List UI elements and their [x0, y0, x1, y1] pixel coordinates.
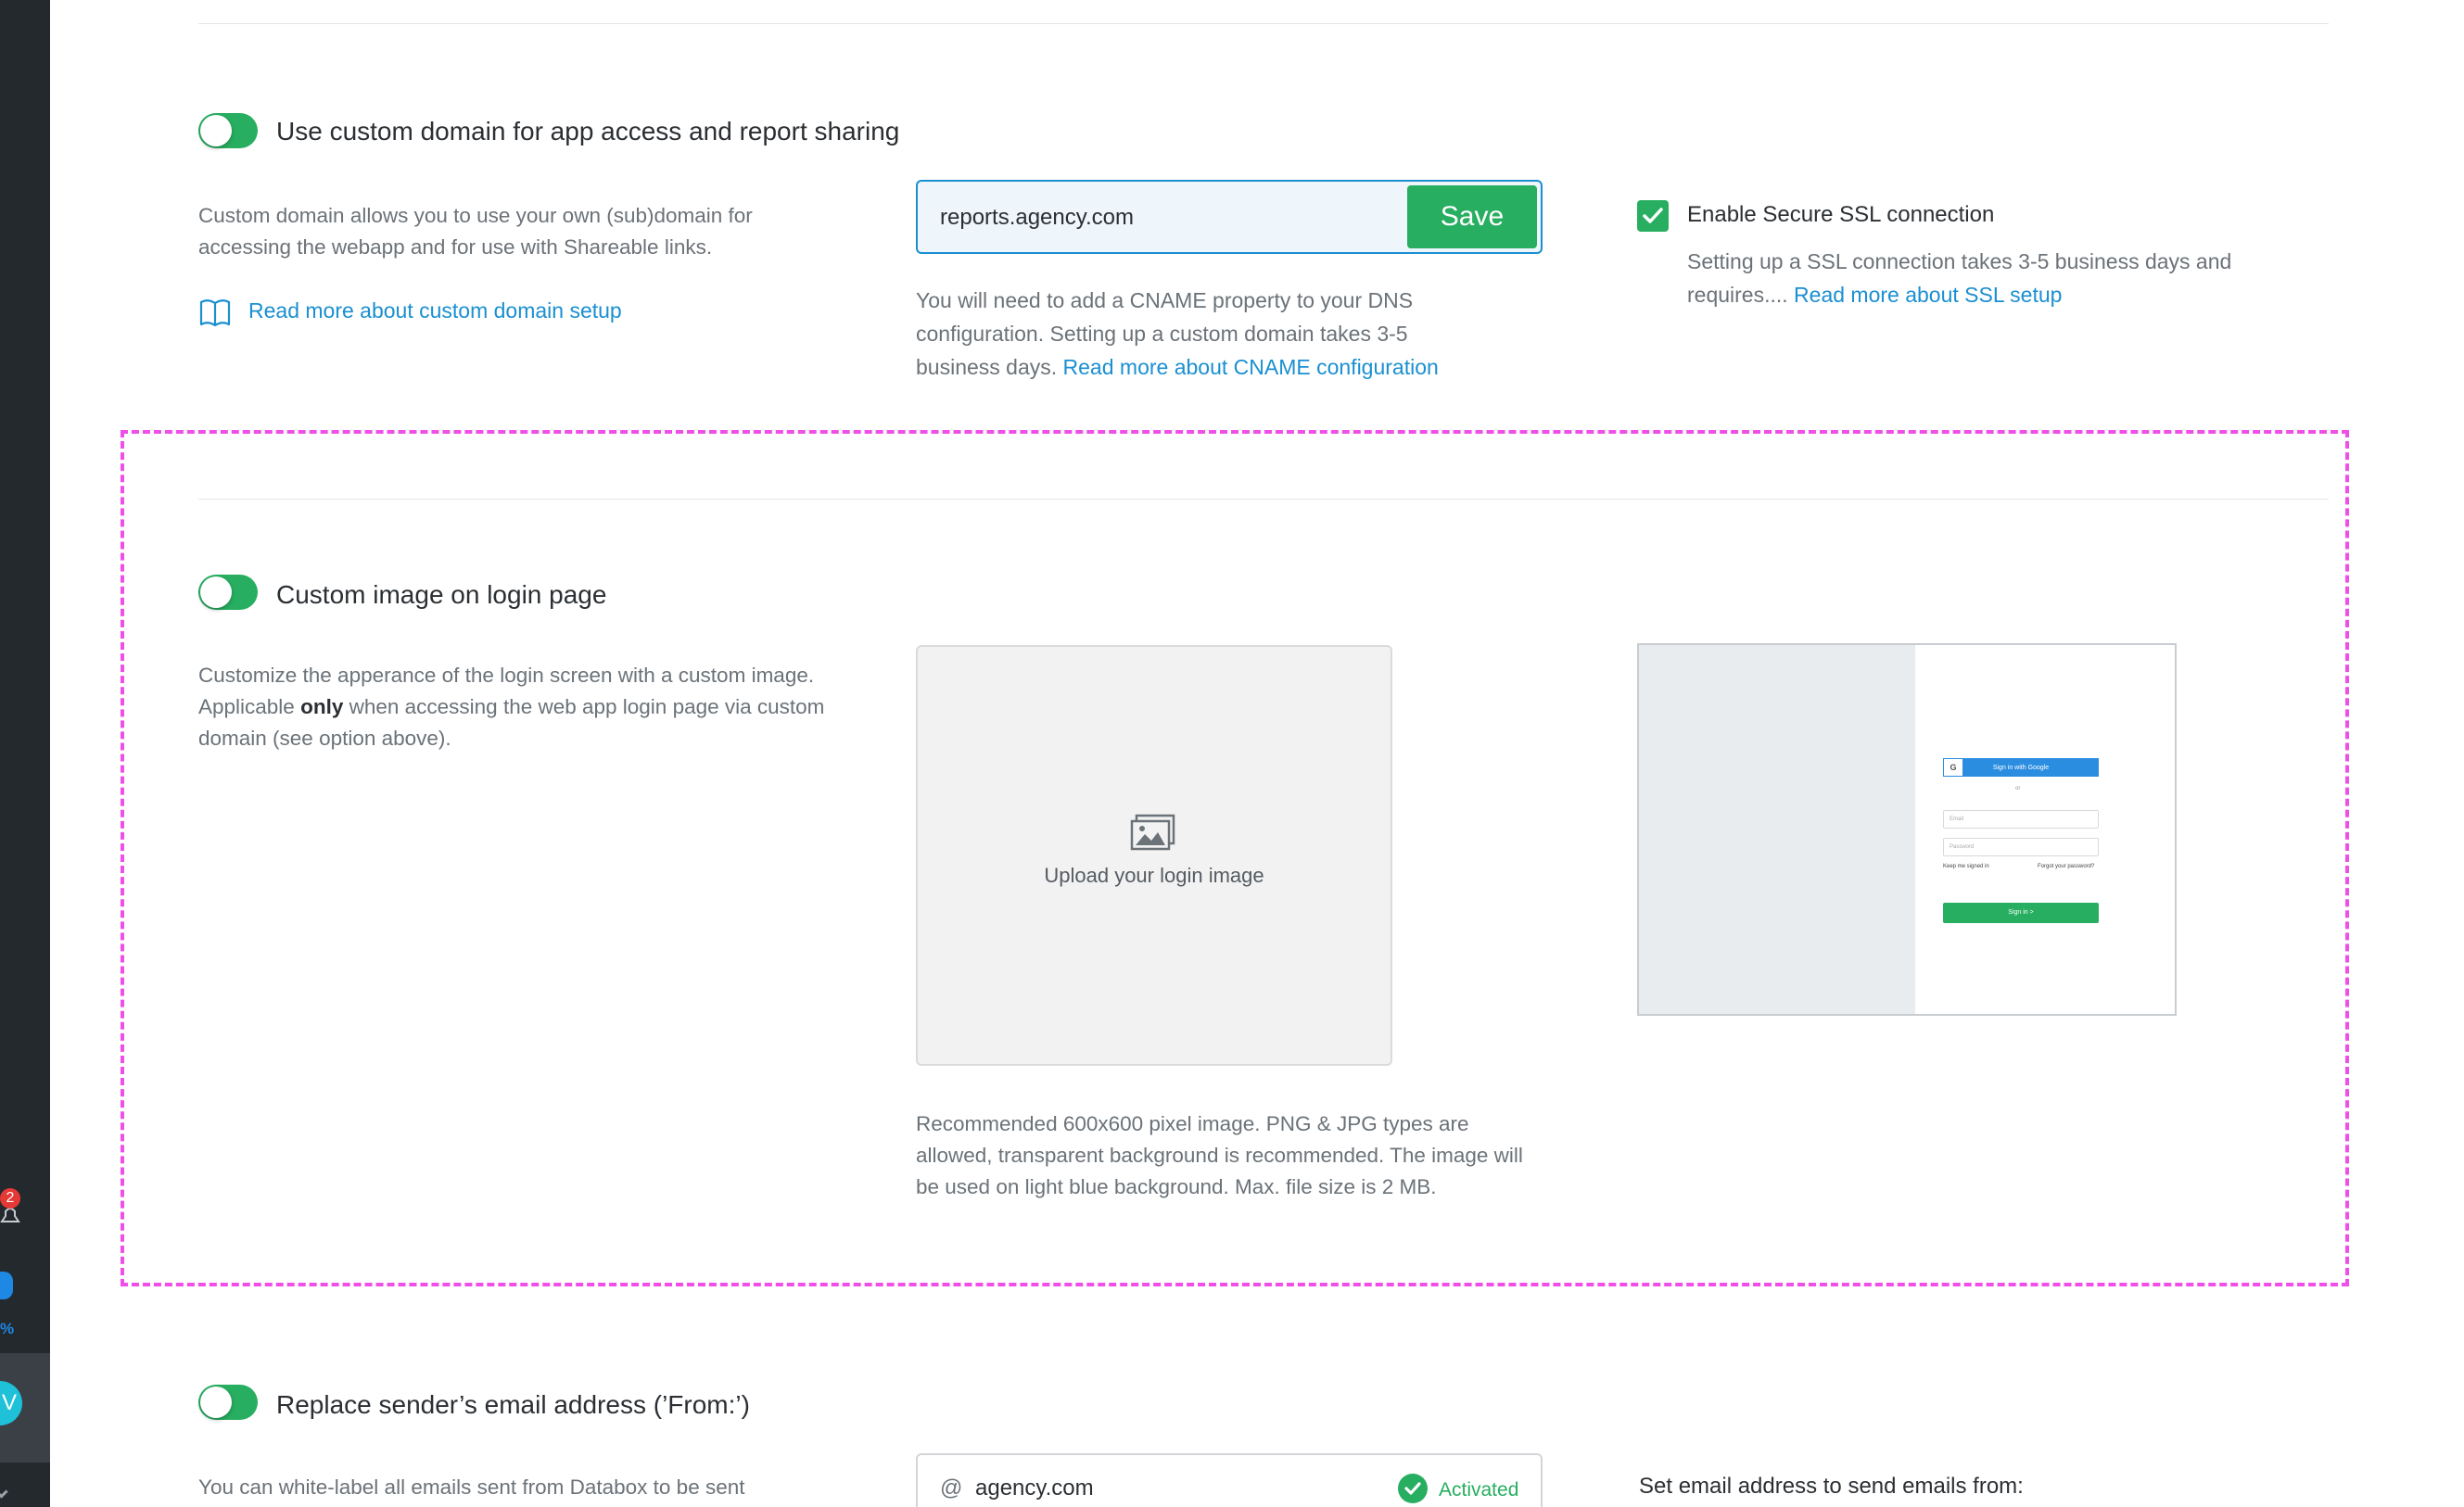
- login-description-bold: only: [300, 695, 344, 718]
- section-divider: [198, 23, 2329, 24]
- progress-percent: %: [0, 1320, 15, 1337]
- upload-label: Upload your login image: [1044, 864, 1264, 887]
- preview-password-field: Password: [1943, 838, 2099, 856]
- preview-forgot-password: Forgot your password?: [2038, 864, 2095, 869]
- ssl-read-more-link[interactable]: Read more about SSL setup: [1794, 283, 2062, 307]
- image-upload-icon: [1129, 814, 1177, 851]
- sender-domain-value: agency.com: [975, 1475, 1094, 1501]
- activated-status: Activated: [1439, 1479, 1519, 1501]
- custom-domain-description: Custom domain allows you to use your own…: [198, 204, 753, 259]
- ssl-checkbox[interactable]: [1637, 200, 1669, 232]
- login-image-toggle[interactable]: [198, 575, 258, 610]
- login-image-upload-area[interactable]: Upload your login image: [916, 645, 1392, 1066]
- google-icon: G: [1944, 759, 1962, 776]
- cname-read-more-link[interactable]: Read more about CNAME configuration: [1063, 355, 1439, 379]
- toggle-knob: [200, 115, 232, 146]
- ssl-label: Enable Secure SSL connection: [1687, 202, 1995, 227]
- login-image-title: Custom image on login page: [276, 580, 607, 609]
- preview-image-area: [1639, 645, 1915, 1014]
- domain-input[interactable]: [940, 202, 1385, 234]
- notification-badge: 2: [0, 1188, 20, 1209]
- login-image-description: Customize the apperance of the login scr…: [198, 660, 847, 754]
- cname-help-text: You will need to add a CNAME property to…: [916, 284, 1491, 384]
- preview-email-field: Email: [1943, 810, 2099, 829]
- activated-check-icon: [1398, 1474, 1428, 1503]
- preview-keep-signed-in: Keep me signed in: [1943, 864, 1989, 869]
- at-symbol: @: [940, 1475, 963, 1501]
- preview-google-label: Sign in with Google: [1992, 765, 2050, 771]
- upload-help-text: Recommended 600x600 pixel image. PNG & J…: [916, 1112, 1523, 1198]
- save-button[interactable]: Save: [1407, 185, 1537, 248]
- chevron-down-icon[interactable]: [0, 1488, 8, 1499]
- domain-field: Save: [916, 180, 1543, 254]
- award-icon[interactable]: [0, 1272, 13, 1299]
- set-email-label: Set email address to send emails from:: [1639, 1474, 2024, 1499]
- login-page-preview: G Sign in with Google or Email Password …: [1637, 643, 2177, 1016]
- preview-or-label: or: [2015, 786, 2021, 791]
- toggle-knob: [200, 1387, 232, 1418]
- preview-signin-button: Sign in >: [1943, 903, 2099, 923]
- custom-domain-title: Use custom domain for app access and rep…: [276, 117, 900, 146]
- preview-google-button: G Sign in with Google: [1943, 758, 2099, 777]
- sender-domain-field[interactable]: @ agency.com Activated: [916, 1453, 1543, 1507]
- sender-email-description: You can white-label all emails sent from…: [198, 1475, 745, 1499]
- sender-email-title: Replace sender’s email address (’From:’): [276, 1390, 750, 1419]
- book-icon: [198, 297, 232, 328]
- sender-email-toggle[interactable]: [198, 1385, 258, 1420]
- toggle-knob: [200, 576, 232, 608]
- ssl-help-text: Setting up a SSL connection takes 3-5 bu…: [1687, 245, 2243, 311]
- app-sidebar: 2 % V: [0, 0, 50, 1507]
- custom-domain-toggle[interactable]: [198, 113, 258, 148]
- checkmark-icon: [1643, 208, 1663, 223]
- section-divider: [198, 499, 2329, 500]
- custom-domain-read-more-link[interactable]: Read more about custom domain setup: [248, 298, 622, 323]
